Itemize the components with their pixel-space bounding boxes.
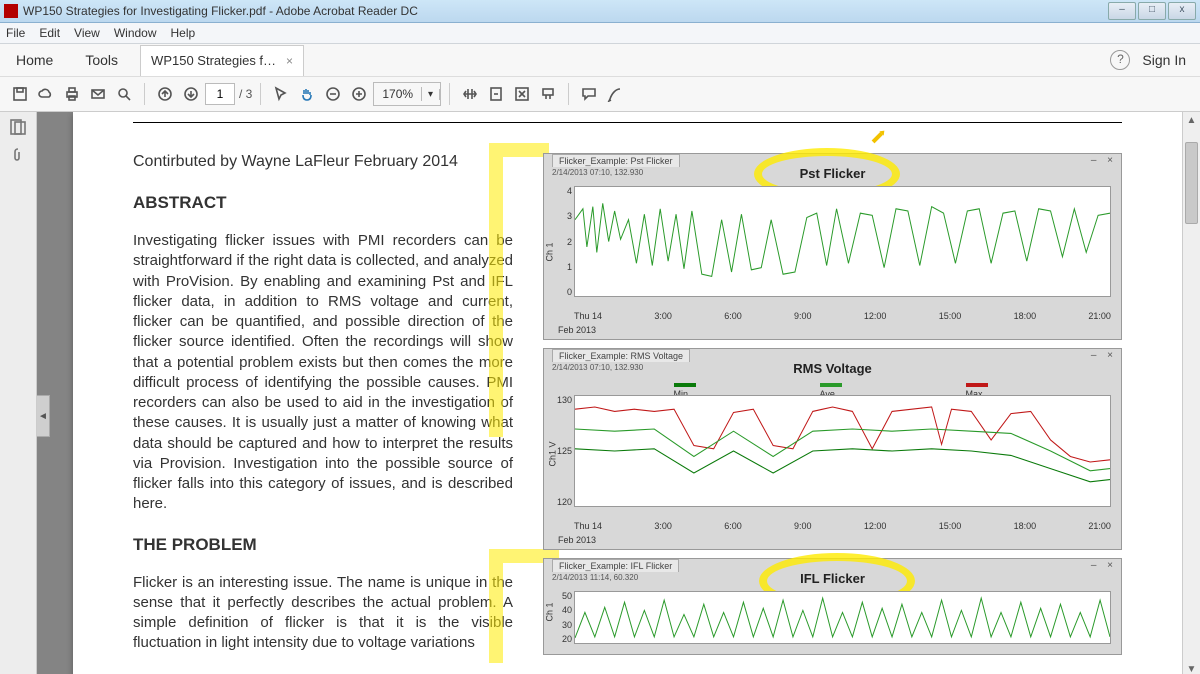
- window-titlebar: WP150 Strategies for Investigating Flick…: [0, 0, 1200, 23]
- chart-subtitle: 2/14/2013 11:14, 60.320: [552, 573, 638, 582]
- collapse-left-button[interactable]: ◄: [37, 395, 50, 437]
- chart-column: Flicker_Example: Pst Flicker – × 2/14/20…: [543, 153, 1122, 674]
- menu-file[interactable]: File: [6, 26, 25, 40]
- print-icon[interactable]: [60, 82, 84, 106]
- save-icon[interactable]: [8, 82, 32, 106]
- pencil-annotation-icon[interactable]: [868, 127, 888, 147]
- sign-in-button[interactable]: Sign In: [1142, 52, 1186, 68]
- vertical-scrollbar[interactable]: ▲ ▼: [1182, 112, 1200, 674]
- zoom-level[interactable]: 170% ▾: [373, 82, 441, 106]
- read-aloud-icon[interactable]: [536, 82, 560, 106]
- chart-yaxis: 43210: [550, 186, 572, 297]
- menu-window[interactable]: Window: [114, 26, 157, 40]
- fullscreen-icon[interactable]: [510, 82, 534, 106]
- heading-abstract: ABSTRACT: [133, 193, 513, 213]
- toolbar: / 3 170% ▾: [0, 77, 1200, 112]
- panel-window-controls[interactable]: – ×: [1091, 560, 1117, 571]
- window-maximize-button[interactable]: □: [1138, 2, 1166, 20]
- menubar: File Edit View Window Help: [0, 23, 1200, 44]
- fit-width-icon[interactable]: [458, 82, 482, 106]
- chart-plot-area: [574, 395, 1111, 507]
- highlight-pen-icon[interactable]: [603, 82, 627, 106]
- thumbnails-icon[interactable]: [9, 118, 27, 136]
- menu-edit[interactable]: Edit: [39, 26, 60, 40]
- secondary-bar: Home Tools WP150 Strategies f… × ? Sign …: [0, 44, 1200, 77]
- page-indicator: / 3: [205, 83, 252, 105]
- abstract-paragraph: Investigating flicker issues with PMI re…: [133, 231, 513, 515]
- chart-panel-rms: Flicker_Example: RMS Voltage – × 2/14/20…: [543, 348, 1122, 550]
- chart-panel-pst: Flicker_Example: Pst Flicker – × 2/14/20…: [543, 153, 1122, 340]
- chart-xaxis: Thu 143:006:009:0012:0015:0018:0021:00: [574, 521, 1111, 531]
- hand-tool-icon[interactable]: [295, 82, 319, 106]
- document-tab[interactable]: WP150 Strategies f… ×: [140, 45, 304, 76]
- page-up-icon[interactable]: [153, 82, 177, 106]
- comment-icon[interactable]: [577, 82, 601, 106]
- cloud-icon[interactable]: [34, 82, 58, 106]
- help-button[interactable]: ?: [1110, 50, 1130, 70]
- window-title: WP150 Strategies for Investigating Flick…: [23, 4, 418, 18]
- select-tool-icon[interactable]: [269, 82, 293, 106]
- panel-window-controls[interactable]: – ×: [1091, 350, 1117, 361]
- chart-yaxis: 130125120: [550, 395, 572, 507]
- attachments-icon[interactable]: [9, 146, 27, 164]
- chart-tab[interactable]: Flicker_Example: Pst Flicker: [552, 154, 680, 167]
- chart-subtitle: 2/14/2013 07:10, 132.930: [552, 168, 643, 177]
- menu-view[interactable]: View: [74, 26, 100, 40]
- zoom-out-icon[interactable]: [321, 82, 345, 106]
- chart-title: RMS Voltage: [793, 361, 872, 376]
- chart-panel-ifl: Flicker_Example: IFL Flicker – × 2/14/20…: [543, 558, 1122, 655]
- highlight-mark: [489, 143, 549, 157]
- chart-tab[interactable]: Flicker_Example: RMS Voltage: [552, 349, 690, 362]
- home-button[interactable]: Home: [0, 44, 69, 76]
- heading-problem: THE PROBLEM: [133, 535, 513, 555]
- chart-subtitle: 2/14/2013 07:10, 132.930: [552, 363, 643, 372]
- chart-xunder: Feb 2013: [558, 535, 596, 545]
- chevron-down-icon[interactable]: ▾: [422, 89, 440, 100]
- document-tab-close[interactable]: ×: [286, 54, 293, 68]
- pdf-page: Contirbuted by Wayne LaFleur February 20…: [73, 112, 1182, 674]
- chart-tab[interactable]: Flicker_Example: IFL Flicker: [552, 559, 679, 572]
- document-viewport[interactable]: ◄ Contirbuted by Wayne LaFleur February …: [37, 112, 1182, 674]
- menu-help[interactable]: Help: [171, 26, 196, 40]
- scroll-down-icon[interactable]: ▼: [1183, 661, 1200, 674]
- panel-window-controls[interactable]: – ×: [1091, 155, 1117, 166]
- chart-plot-area: [574, 186, 1111, 297]
- tools-button[interactable]: Tools: [69, 44, 134, 76]
- email-icon[interactable]: [86, 82, 110, 106]
- app-icon: [4, 4, 18, 18]
- page-down-icon[interactable]: [179, 82, 203, 106]
- fit-page-icon[interactable]: [484, 82, 508, 106]
- chart-xaxis: Thu 143:006:009:0012:0015:0018:0021:00: [574, 311, 1111, 321]
- text-column: Contirbuted by Wayne LaFleur February 20…: [133, 153, 513, 674]
- problem-paragraph: Flicker is an interesting issue. The nam…: [133, 573, 513, 654]
- contributor-line: Contirbuted by Wayne LaFleur February 20…: [133, 153, 513, 171]
- chart-xunder: Feb 2013: [558, 325, 596, 335]
- horizontal-rule: [133, 122, 1122, 123]
- left-nav-rail: [0, 112, 37, 674]
- zoom-in-icon[interactable]: [347, 82, 371, 106]
- page-current-input[interactable]: [205, 83, 235, 105]
- document-tab-label: WP150 Strategies f…: [151, 53, 276, 68]
- chart-yaxis: 50403020: [550, 591, 572, 644]
- highlight-mark: [489, 157, 503, 437]
- zoom-value: 170%: [374, 87, 422, 101]
- scroll-up-icon[interactable]: ▲: [1183, 112, 1200, 129]
- scrollbar-thumb[interactable]: [1185, 142, 1198, 224]
- highlight-mark: [489, 563, 503, 663]
- window-close-button[interactable]: x: [1168, 2, 1196, 20]
- search-icon[interactable]: [112, 82, 136, 106]
- chart-plot-area: [574, 591, 1111, 644]
- window-minimize-button[interactable]: –: [1108, 2, 1136, 20]
- page-total-label: / 3: [239, 87, 252, 101]
